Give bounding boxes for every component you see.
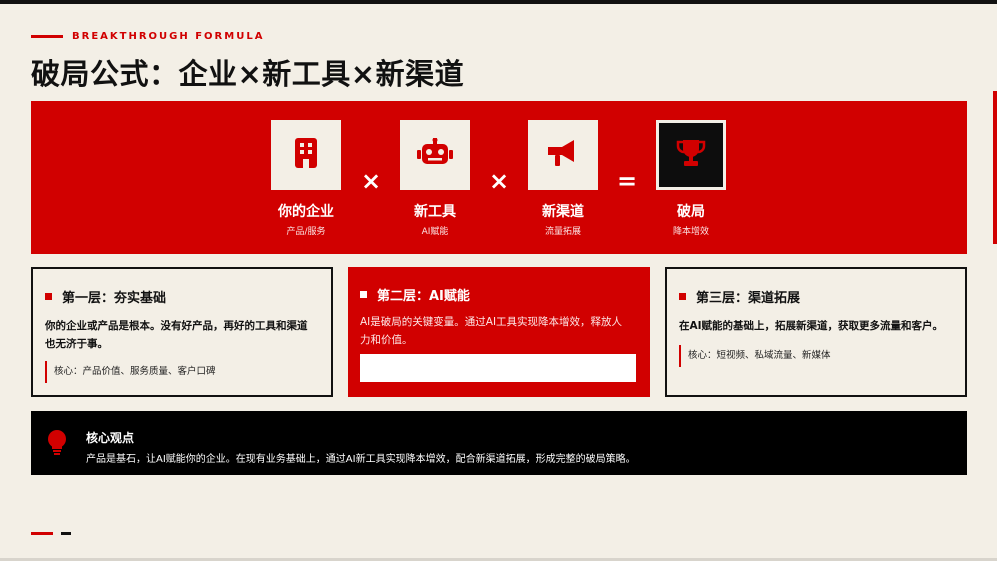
layer-card-1: 第一层：夯实基础 你的企业或产品是根本。没有好产品，再好的工具和渠道 也无济于事… <box>31 267 333 397</box>
formula-sub-enterprise: 产品/服务 <box>286 227 326 237</box>
layer-card-1-header: 第一层：夯实基础 <box>45 287 166 306</box>
footer-accent-red <box>31 532 53 535</box>
layer-card-1-body-line2: 也无济于事。 <box>45 338 108 350</box>
formula-tile-enterprise <box>271 120 341 190</box>
layer-card-3-body-line1: 在AI赋能的基础上，拓展新渠道，获取更多流量和客户。 <box>679 320 944 332</box>
layer-card-1-title: 第一层：夯实基础 <box>62 291 167 306</box>
layer-card-2-title: 第二层：AI赋能 <box>377 289 470 304</box>
formula-title-tool: 新工具 <box>414 204 456 220</box>
building-icon <box>295 138 317 172</box>
trophy-icon <box>676 139 706 171</box>
layer-card-2-body: AI是破局的关键变量。通过AI工具实现降本增效，释放人 力和价值。 <box>360 313 622 349</box>
layer-card-3-body: 在AI赋能的基础上，拓展新渠道，获取更多流量和客户。 <box>679 317 943 335</box>
formula-title-channel: 新渠道 <box>542 204 584 220</box>
core-insight-box: 核心观点 产品是基石，让AI赋能你的企业。在现有业务基础上，通过AI新工具实现降… <box>31 411 967 475</box>
core-insight-text: 产品是基石，让AI赋能你的企业。在现有业务基础上，通过AI新工具实现降本增效，配… <box>86 454 636 465</box>
layer-card-2-body-line2: 力和价值。 <box>360 334 413 346</box>
page-title: 破局公式：企业×新工具×新渠道 <box>31 57 465 91</box>
formula-title-result: 破局 <box>677 204 705 220</box>
operator-equals: = <box>616 167 638 195</box>
layer-card-3-title: 第三层：渠道拓展 <box>696 291 801 306</box>
layer-card-1-core: 核心：产品价值、服务质量、客户口碑 <box>45 361 216 383</box>
operator-times-1: × <box>360 167 382 195</box>
eyebrow-line <box>31 35 63 38</box>
formula-tile-tool <box>400 120 470 190</box>
bullet-square <box>679 293 686 300</box>
layer-card-1-body: 你的企业或产品是根本。没有好产品，再好的工具和渠道 也无济于事。 <box>45 317 308 353</box>
lightbulb-icon <box>47 430 67 460</box>
layer-card-2: 第二层：AI赋能 AI是破局的关键变量。通过AI工具实现降本增效，释放人 力和价… <box>348 267 650 397</box>
layer-card-2-blank-field[interactable] <box>360 354 636 382</box>
eyebrow-label: BREAKTHROUGH FORMULA <box>72 31 265 42</box>
megaphone-icon <box>548 139 578 171</box>
layer-card-3-header: 第三层：渠道拓展 <box>679 287 800 306</box>
formula-banner: 你的企业 产品/服务 × 新工具 AI赋能 × 新渠道 流量拓展 = 破局 降本… <box>31 101 967 254</box>
formula-sub-tool: AI赋能 <box>421 227 449 237</box>
robot-icon <box>417 137 453 172</box>
layer-card-2-body-line1: AI是破局的关键变量。通过AI工具实现降本增效，释放人 <box>360 316 623 328</box>
footer-accent-dark <box>61 532 71 535</box>
layer-card-3: 第三层：渠道拓展 在AI赋能的基础上，拓展新渠道，获取更多流量和客户。 核心：短… <box>665 267 967 397</box>
operator-times-2: × <box>488 167 510 195</box>
layer-card-2-header: 第二层：AI赋能 <box>360 285 470 304</box>
bullet-square <box>360 291 367 298</box>
top-border <box>0 0 997 4</box>
formula-sub-channel: 流量拓展 <box>544 227 581 237</box>
bullet-square <box>45 293 52 300</box>
right-accent-bar <box>993 91 997 244</box>
formula-tile-result <box>656 120 726 190</box>
formula-tile-channel <box>528 120 598 190</box>
formula-title-enterprise: 你的企业 <box>278 204 334 220</box>
core-insight-title: 核心观点 <box>86 431 135 445</box>
layer-card-1-body-line1: 你的企业或产品是根本。没有好产品，再好的工具和渠道 <box>45 320 308 332</box>
layer-card-3-core: 核心：短视频、私域流量、新媒体 <box>679 345 831 367</box>
formula-sub-result: 降本增效 <box>672 227 709 237</box>
